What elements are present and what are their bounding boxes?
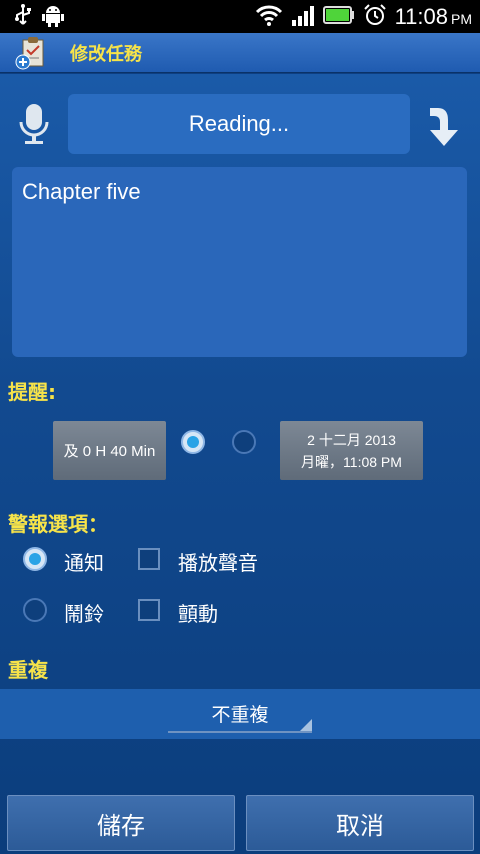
date-time-button[interactable]: 2 十二月 2013 月曜，11:08 PM [280, 421, 423, 480]
date-text: 2 十二月 2013 [307, 431, 396, 448]
insert-arrow-button[interactable] [424, 104, 464, 148]
usb-icon [14, 3, 32, 30]
time-text: 月曜，11:08 PM [301, 453, 402, 470]
battery-icon [322, 5, 355, 29]
signal-icon [291, 4, 315, 30]
repeat-spinner[interactable]: 不重複 [168, 695, 312, 733]
title-bar: 修改任務 [0, 33, 480, 73]
play-sound-label: 播放聲音 [178, 551, 258, 575]
notify-radio[interactable] [23, 547, 47, 571]
microphone-icon [19, 104, 49, 144]
vibrate-label: 顫動 [178, 602, 218, 626]
voice-input-button[interactable]: Reading... [68, 94, 410, 154]
page-title: 修改任務 [70, 43, 142, 65]
vibrate-checkbox[interactable] [138, 599, 160, 621]
alert-options-label: 警報選項： [8, 512, 108, 536]
relative-time-radio[interactable] [181, 430, 205, 454]
clock: 11:08 PM [395, 4, 472, 30]
alarm-label: 鬧鈴 [64, 602, 104, 626]
notify-label: 通知 [64, 551, 104, 575]
status-bar: 11:08 PM [0, 0, 480, 33]
repeat-label: 重複 [8, 658, 48, 682]
dropdown-triangle-icon [300, 719, 312, 731]
microphone-button[interactable] [16, 102, 52, 146]
clock-ampm: PM [451, 10, 472, 27]
edit-task-form: Reading... Chapter five 提醒: 及 0 H 40 Min… [0, 74, 480, 854]
play-sound-checkbox[interactable] [138, 548, 160, 570]
alarm-icon [363, 3, 387, 31]
wifi-icon [255, 4, 283, 30]
repeat-bar: 不重複 [0, 689, 480, 739]
android-debug-icon [42, 3, 64, 31]
alarm-radio[interactable] [23, 598, 47, 622]
cancel-button[interactable]: 取消 [246, 795, 474, 851]
clock-time: 11:08 [394, 3, 448, 29]
reminder-label: 提醒: [8, 380, 56, 404]
save-button[interactable]: 儲存 [7, 795, 235, 851]
task-text-input[interactable]: Chapter five [12, 167, 467, 357]
curved-down-arrow-icon [430, 108, 458, 146]
absolute-time-radio[interactable] [232, 430, 256, 454]
app-icon [14, 36, 48, 70]
repeat-selected-value: 不重複 [211, 703, 269, 726]
relative-time-button[interactable]: 及 0 H 40 Min [53, 421, 166, 480]
